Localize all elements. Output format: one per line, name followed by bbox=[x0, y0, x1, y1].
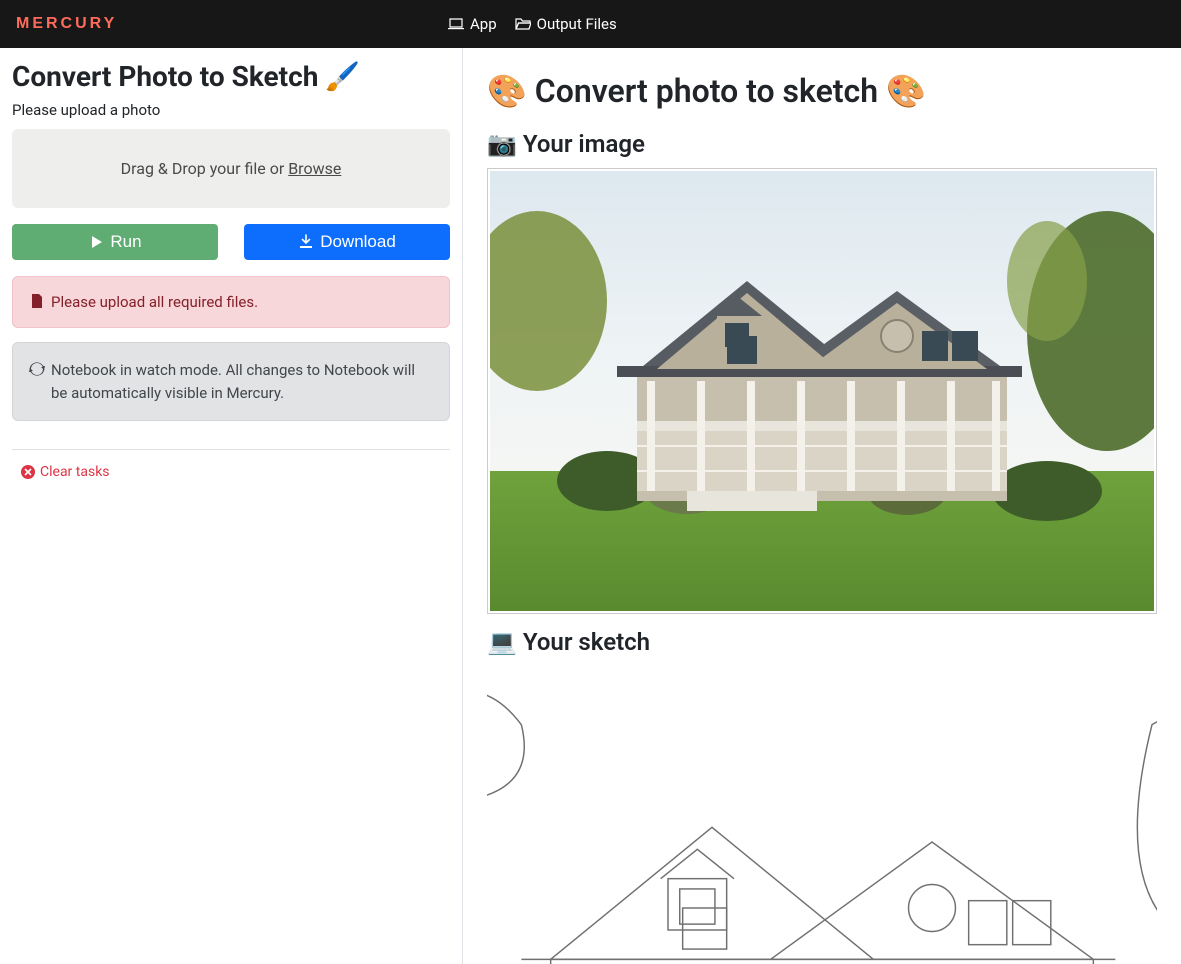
content-title: 🎨 Convert photo to sketch 🎨 bbox=[487, 72, 1157, 110]
dropzone-text: Drag & Drop your file or bbox=[121, 159, 289, 178]
error-alert: Please upload all required files. bbox=[12, 276, 450, 328]
laptop-icon bbox=[448, 16, 464, 32]
content-area: 🎨 Convert photo to sketch 🎨 📷 Your image bbox=[463, 48, 1181, 964]
sketch-image-frame bbox=[487, 666, 1157, 964]
run-label: Run bbox=[110, 232, 141, 252]
nav-output-files[interactable]: Output Files bbox=[515, 15, 617, 33]
times-circle-icon bbox=[20, 464, 36, 480]
button-row: Run Download bbox=[12, 224, 450, 260]
file-icon bbox=[29, 293, 45, 309]
download-label: Download bbox=[320, 232, 396, 252]
divider bbox=[12, 449, 450, 450]
nav-app[interactable]: App bbox=[448, 15, 497, 33]
page-title: Convert Photo to Sketch 🖌️ bbox=[12, 60, 450, 93]
play-icon bbox=[88, 234, 104, 250]
file-dropzone[interactable]: Drag & Drop your file or Browse bbox=[12, 129, 450, 208]
download-icon bbox=[298, 234, 314, 250]
top-nav: App Output Files bbox=[448, 15, 617, 33]
sketch-image bbox=[487, 666, 1157, 964]
original-image bbox=[490, 171, 1154, 611]
download-button[interactable]: Download bbox=[244, 224, 450, 260]
your-sketch-heading: 💻 Your sketch bbox=[487, 628, 1157, 656]
topbar: MERCURY App Output Files bbox=[0, 0, 1181, 48]
run-button[interactable]: Run bbox=[12, 224, 218, 260]
sidebar: Convert Photo to Sketch 🖌️ Please upload… bbox=[0, 48, 463, 964]
folder-open-icon bbox=[515, 16, 531, 32]
refresh-icon bbox=[29, 361, 45, 377]
your-image-heading: 📷 Your image bbox=[487, 130, 1157, 158]
original-image-frame bbox=[487, 168, 1157, 614]
brand-logo: MERCURY bbox=[16, 15, 448, 33]
error-text: Please upload all required files. bbox=[51, 293, 258, 311]
browse-link[interactable]: Browse bbox=[288, 159, 341, 178]
nav-output-files-label: Output Files bbox=[537, 15, 617, 33]
info-text: Notebook in watch mode. All changes to N… bbox=[51, 359, 433, 404]
clear-tasks-label: Clear tasks bbox=[40, 464, 110, 480]
clear-tasks-link[interactable]: Clear tasks bbox=[20, 464, 110, 480]
nav-app-label: App bbox=[470, 15, 497, 33]
page-subtitle: Please upload a photo bbox=[12, 101, 450, 119]
info-alert: Notebook in watch mode. All changes to N… bbox=[12, 342, 450, 421]
